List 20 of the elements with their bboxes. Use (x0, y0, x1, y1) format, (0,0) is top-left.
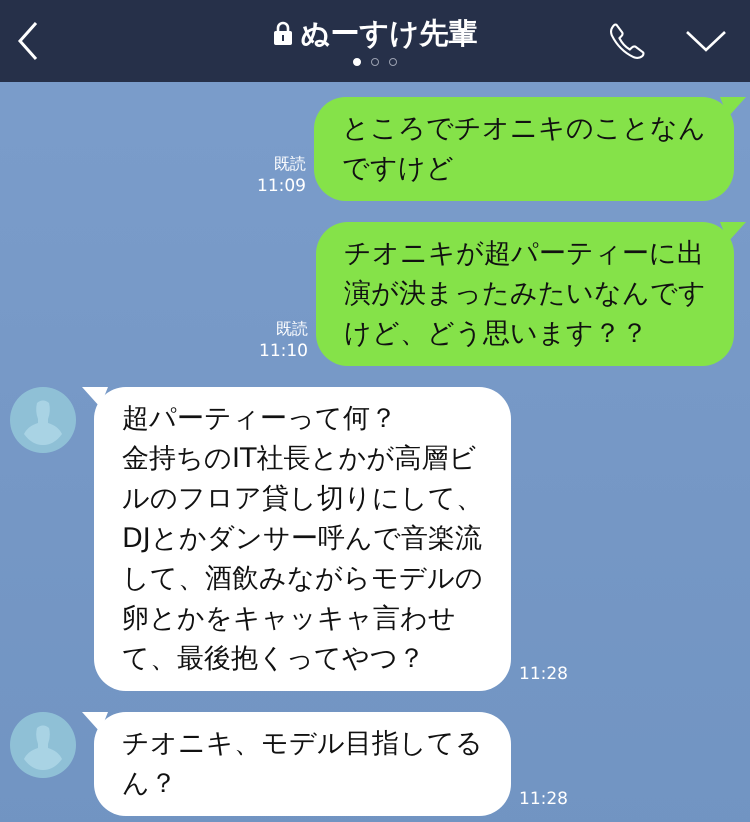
sent-message-bubble: ところでチオニキのことなん ですけど (314, 97, 734, 201)
back-icon[interactable] (16, 21, 40, 61)
sent-message-bubble: チオニキが超パーティーに出 演が決まったみたいなんです けど、どう思います？？ (316, 222, 734, 366)
message-time: 11:09 (257, 175, 306, 197)
bubble-tail (82, 712, 108, 732)
page-dot[interactable] (371, 58, 379, 66)
bubble-tail (720, 97, 746, 117)
chevron-down-icon[interactable] (686, 30, 726, 52)
received-message-bubble: チオニキ、モデル目指してる ん？ (94, 712, 511, 816)
message-time: 11:28 (519, 663, 568, 685)
bubble-tail (82, 387, 108, 407)
chat-title: ぬーすけ先輩 (300, 15, 478, 52)
read-receipt: 既読 (274, 153, 306, 175)
bubble-tail (720, 222, 746, 242)
received-message-bubble: 超パーティーって何？ 金持ちのIT社長とかが高層ビ ルのフロア貸し切りにして、 DJとかダンサー呼んで音楽流 して、酒飲みながらモデルの 卵とかをキャッキャ言わせ て、最後抱くってやつ？ (94, 387, 511, 691)
message-time: 11:28 (519, 788, 568, 810)
read-receipt: 既読 (276, 318, 308, 340)
phone-icon[interactable] (608, 22, 646, 60)
page-dot[interactable] (389, 58, 397, 66)
message-time: 11:10 (259, 340, 308, 362)
